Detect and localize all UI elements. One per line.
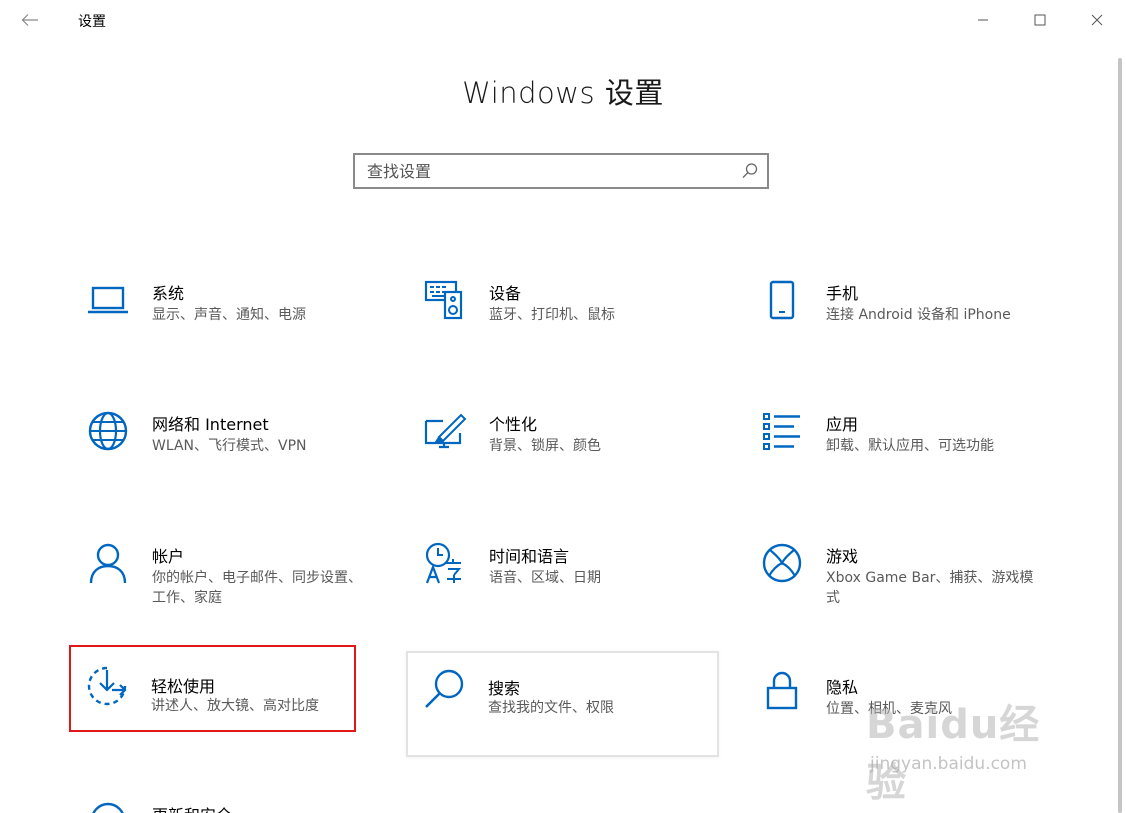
update-icon	[92, 802, 124, 813]
close-button[interactable]	[1074, 4, 1120, 36]
tile-title: 时间和语言	[489, 547, 570, 566]
tile-title: 应用	[826, 415, 859, 434]
minimize-button[interactable]	[960, 4, 1006, 36]
search-icon[interactable]	[741, 162, 759, 180]
tile-desc: 你的帐户、电子邮件、同步设置、工作、家庭	[152, 570, 362, 606]
tile-title: 搜索	[488, 679, 521, 698]
tile-desc: WLAN、飞行模式、VPN	[152, 438, 307, 454]
apps-list-icon	[763, 413, 800, 450]
tile-title: 帐户	[152, 547, 185, 566]
tile-apps[interactable]: 应用 卸载、默认应用、可选功能	[746, 401, 1046, 501]
maximize-button[interactable]	[1017, 4, 1063, 36]
tile-network[interactable]: 网络和 Internet WLAN、飞行模式、VPN	[72, 401, 372, 501]
tile-title: 系统	[152, 284, 185, 303]
minimize-icon	[978, 19, 988, 21]
back-button[interactable]	[14, 6, 46, 34]
close-icon	[1091, 14, 1103, 26]
tile-gaming[interactable]: 游戏 Xbox Game Bar、捕获、游戏模式	[746, 533, 1046, 633]
tile-ease-of-access[interactable]: 轻松使用 讲述人、放大镜、高对比度	[69, 645, 356, 732]
search-input[interactable]	[367, 155, 737, 187]
time-language-icon	[425, 542, 462, 584]
tile-devices[interactable]: 设备 蓝牙、打印机、鼠标	[409, 270, 709, 370]
tile-title: 个性化	[489, 415, 538, 434]
tile-desc: 语音、区域、日期	[489, 570, 601, 586]
tile-title: 手机	[826, 284, 859, 303]
tile-privacy[interactable]: 隐私 位置、相机、麦克风	[746, 664, 1046, 764]
ease-of-access-icon	[87, 666, 127, 706]
title-bar: 设置	[0, 0, 1126, 40]
personalization-icon	[424, 413, 467, 449]
maximize-icon	[1034, 14, 1046, 26]
lock-icon	[766, 671, 798, 710]
tile-desc: 讲述人、放大镜、高对比度	[151, 698, 319, 714]
tile-desc: 背景、锁屏、颜色	[489, 438, 601, 454]
tile-desc: 连接 Android 设备和 iPhone	[826, 307, 1011, 323]
tile-update-security[interactable]: 更新和安全	[72, 790, 372, 813]
tile-desc: 位置、相机、麦克风	[826, 701, 952, 717]
laptop-icon	[88, 286, 128, 314]
tile-title: 游戏	[826, 547, 859, 566]
back-arrow-icon	[21, 14, 38, 26]
tile-time-language[interactable]: 时间和语言 语音、区域、日期	[409, 533, 709, 633]
tile-title: 网络和 Internet	[152, 415, 269, 434]
tile-desc: Xbox Game Bar、捕获、游戏模式	[826, 570, 1034, 606]
tile-phone[interactable]: 手机 连接 Android 设备和 iPhone	[746, 270, 1046, 370]
tile-accounts[interactable]: 帐户 你的帐户、电子邮件、同步设置、工作、家庭	[72, 533, 372, 633]
page-title: Windows 设置	[462, 76, 664, 110]
tile-personalization[interactable]: 个性化 背景、锁屏、颜色	[409, 401, 709, 501]
person-icon	[89, 543, 127, 584]
settings-window: 设置 Windows 设置 系统	[0, 0, 1126, 813]
globe-icon	[88, 411, 128, 451]
tile-title: 轻松使用	[151, 677, 216, 696]
search-magnifier-icon	[425, 669, 464, 708]
tile-desc: 查找我的文件、权限	[488, 700, 614, 716]
tile-desc: 蓝牙、打印机、鼠标	[489, 307, 615, 323]
tile-title: 更新和安全	[152, 802, 232, 813]
tile-desc: 显示、声音、通知、电源	[152, 307, 306, 323]
xbox-icon	[762, 543, 802, 583]
devices-icon	[424, 280, 463, 320]
tile-system[interactable]: 系统 显示、声音、通知、电源	[72, 270, 372, 370]
search-box[interactable]	[353, 153, 769, 189]
tile-title: 设备	[489, 284, 522, 303]
phone-icon	[769, 280, 795, 320]
vertical-scrollbar[interactable]	[1118, 58, 1122, 813]
tile-search[interactable]: 搜索 查找我的文件、权限	[406, 651, 719, 757]
window-title: 设置	[78, 14, 106, 30]
tile-title: 隐私	[826, 678, 859, 697]
tile-desc: 卸载、默认应用、可选功能	[826, 438, 994, 454]
